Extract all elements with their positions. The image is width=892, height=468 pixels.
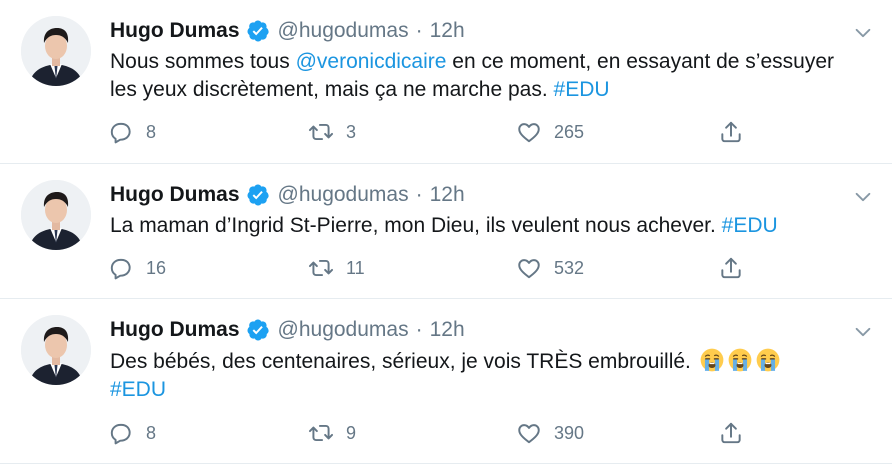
hashtag-link[interactable]: #EDU xyxy=(554,78,610,101)
crying-face-emoji xyxy=(699,347,725,373)
reply-button[interactable]: 16 xyxy=(108,253,166,283)
like-count: 265 xyxy=(554,121,585,142)
author-name[interactable]: Hugo Dumas xyxy=(110,318,240,342)
verified-badge-icon xyxy=(246,19,270,43)
author-name[interactable]: Hugo Dumas xyxy=(110,19,240,43)
reply-count: 8 xyxy=(146,121,157,142)
retweet-icon xyxy=(308,255,334,281)
timestamp[interactable]: 12h xyxy=(430,19,465,43)
tweet-text: Des bébés, des centenaires, sérieux, je … xyxy=(110,347,852,404)
like-count: 532 xyxy=(554,257,585,278)
tweet-text: La maman d’Ingrid St-Pierre, mon Dieu, i… xyxy=(110,212,852,240)
retweet-button[interactable]: 9 xyxy=(308,418,356,448)
avatar-photo xyxy=(21,180,91,250)
tweet-feed: Hugo Dumas @hugodumas · 12h Nous sommes … xyxy=(0,0,892,468)
share-button[interactable] xyxy=(718,253,744,283)
like-icon xyxy=(516,255,542,281)
tweet-content: Hugo Dumas @hugodumas · 12h La maman d’I… xyxy=(110,180,852,240)
separator-dot: · xyxy=(415,318,423,341)
retweet-icon xyxy=(308,119,334,145)
retweet-button[interactable]: 11 xyxy=(308,253,365,283)
reply-button[interactable]: 8 xyxy=(108,418,156,448)
crying-face-emoji xyxy=(755,347,781,373)
text-segment: La maman d’Ingrid St-Pierre, mon Dieu, i… xyxy=(110,214,722,237)
tweet-text: Nous sommes tous @veronicdicaire en ce m… xyxy=(110,48,852,104)
tweet[interactable]: Hugo Dumas @hugodumas · 12h Nous sommes … xyxy=(0,0,892,164)
tweet-content: Hugo Dumas @hugodumas · 12h Nous sommes … xyxy=(110,16,852,104)
verified-badge-icon xyxy=(246,183,270,207)
like-icon xyxy=(516,420,542,446)
separator-dot: · xyxy=(415,19,423,42)
like-button[interactable]: 390 xyxy=(516,418,584,448)
share-button[interactable] xyxy=(718,117,744,147)
tweet-actions: 8 3 265 xyxy=(108,117,748,147)
author-handle[interactable]: @hugodumas xyxy=(278,318,409,342)
hashtag-link[interactable]: #EDU xyxy=(722,214,778,237)
timestamp[interactable]: 12h xyxy=(430,318,465,342)
retweet-icon xyxy=(308,420,334,446)
tweet[interactable]: Hugo Dumas @hugodumas · 12h Des bébés, d… xyxy=(0,299,892,464)
verified-badge-icon xyxy=(246,318,270,342)
chevron-down-icon[interactable] xyxy=(852,22,874,44)
author-handle[interactable]: @hugodumas xyxy=(278,183,409,207)
retweet-count: 3 xyxy=(346,121,357,142)
like-count: 390 xyxy=(554,422,585,443)
tweet-header: Hugo Dumas @hugodumas · 12h xyxy=(110,315,852,345)
share-icon xyxy=(718,420,744,446)
avatar-photo xyxy=(21,315,91,385)
like-button[interactable]: 532 xyxy=(516,253,584,283)
share-icon xyxy=(718,255,744,281)
chevron-down-icon[interactable] xyxy=(852,321,874,343)
author-handle[interactable]: @hugodumas xyxy=(278,19,409,43)
retweet-count: 11 xyxy=(346,257,365,278)
timestamp[interactable]: 12h xyxy=(430,183,465,207)
avatar[interactable] xyxy=(21,315,91,385)
author-name[interactable]: Hugo Dumas xyxy=(110,183,240,207)
like-button[interactable]: 265 xyxy=(516,117,584,147)
crying-face-emoji xyxy=(727,347,753,373)
text-segment: Nous sommes tous xyxy=(110,50,296,73)
reply-icon xyxy=(108,119,134,145)
tweet-header: Hugo Dumas @hugodumas · 12h xyxy=(110,16,852,46)
hashtag-link[interactable]: #EDU xyxy=(110,378,166,401)
share-icon xyxy=(718,119,744,145)
chevron-down-icon[interactable] xyxy=(852,186,874,208)
tweet-header: Hugo Dumas @hugodumas · 12h xyxy=(110,180,852,210)
avatar-photo xyxy=(21,16,91,86)
tweet-content: Hugo Dumas @hugodumas · 12h Des bébés, d… xyxy=(110,315,852,404)
like-icon xyxy=(516,119,542,145)
tweet-actions: 16 11 532 xyxy=(108,253,748,283)
reply-count: 16 xyxy=(146,257,167,278)
avatar[interactable] xyxy=(21,180,91,250)
separator-dot: · xyxy=(415,183,423,206)
mention-link[interactable]: @veronicdicaire xyxy=(296,50,447,73)
reply-icon xyxy=(108,420,134,446)
tweet[interactable]: Hugo Dumas @hugodumas · 12h La maman d’I… xyxy=(0,164,892,299)
text-segment: Des bébés, des centenaires, sérieux, je … xyxy=(110,350,697,373)
reply-icon xyxy=(108,255,134,281)
tweet-actions: 8 9 390 xyxy=(108,418,748,448)
share-button[interactable] xyxy=(718,418,744,448)
avatar[interactable] xyxy=(21,16,91,86)
retweet-button[interactable]: 3 xyxy=(308,117,356,147)
reply-button[interactable]: 8 xyxy=(108,117,156,147)
reply-count: 8 xyxy=(146,422,157,443)
retweet-count: 9 xyxy=(346,422,357,443)
